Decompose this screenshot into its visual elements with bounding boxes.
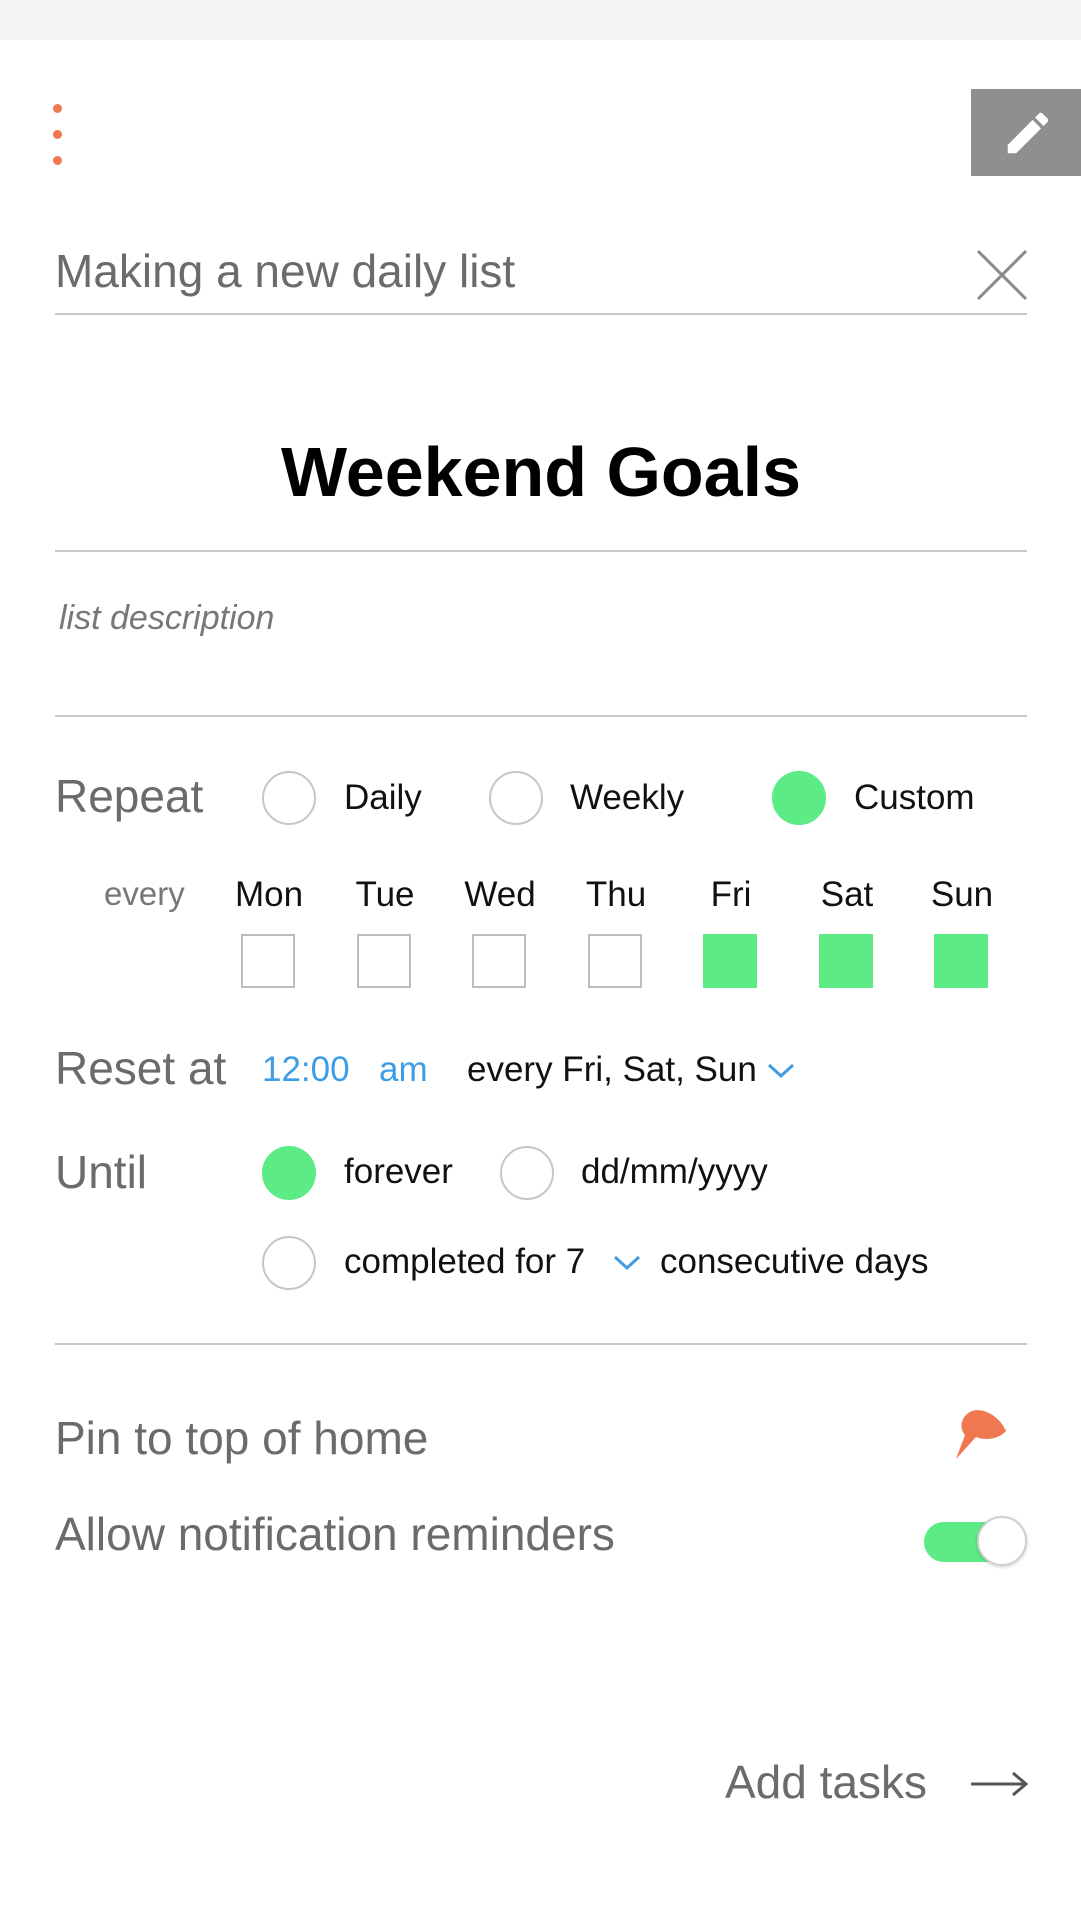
vertical-dots-icon[interactable] [46,100,70,170]
until-completed-suffix: consecutive days [660,1242,929,1281]
repeat-daily-radio[interactable] [262,771,316,825]
until-forever-label: forever [344,1152,453,1191]
until-forever-radio[interactable] [262,1146,316,1200]
day-checkbox-fri[interactable] [703,934,757,988]
repeat-weekly-label: Weekly [570,778,685,817]
reset-schedule[interactable]: every Fri, Sat, Sun [467,1050,757,1090]
edit-button[interactable] [971,89,1081,176]
day-checkbox-thu[interactable] [588,934,642,988]
every-label: every [104,875,185,912]
day-checkbox-tue[interactable] [357,934,411,988]
day-checkbox-mon[interactable] [241,934,295,988]
day-checkbox-sun[interactable] [934,934,988,988]
repeat-daily-label: Daily [344,778,422,817]
day-label-mon: Mon [234,875,304,914]
reset-meridiem[interactable]: am [379,1050,428,1090]
day-label-thu: Thu [585,875,647,914]
until-completed-radio[interactable] [262,1236,316,1290]
close-icon [976,249,1028,301]
day-label-sat: Sat [820,875,874,914]
arrow-right-icon[interactable] [969,1770,1029,1798]
day-checkbox-sat[interactable] [819,934,873,988]
page-title: Making a new daily list [55,245,516,297]
until-date-input[interactable]: dd/mm/yyyy [581,1152,768,1192]
day-checkbox-wed[interactable] [472,934,526,988]
chevron-down-icon[interactable] [766,1062,796,1080]
divider [55,550,1027,552]
day-label-wed: Wed [464,875,536,914]
repeat-custom-label: Custom [854,778,975,817]
notification-label: Allow notification reminders [55,1508,615,1560]
reset-at-label: Reset at [55,1042,227,1094]
day-label-fri: Fri [710,875,752,914]
repeat-weekly-radio[interactable] [489,771,543,825]
pin-label: Pin to top of home [55,1412,429,1464]
divider [55,715,1027,717]
day-label-sun: Sun [930,875,994,914]
divider [55,313,1027,315]
add-tasks-button[interactable]: Add tasks [725,1756,927,1808]
pin-icon[interactable] [950,1405,1010,1465]
day-label-tue: Tue [355,875,415,914]
repeat-custom-radio[interactable] [772,771,826,825]
pencil-icon [1007,112,1049,154]
chevron-down-icon[interactable] [612,1254,642,1272]
repeat-label: Repeat [55,770,204,822]
until-date-radio[interactable] [500,1146,554,1200]
list-title-input[interactable]: Weekend Goals [55,430,1027,514]
notification-toggle-knob[interactable] [977,1516,1027,1566]
reset-time[interactable]: 12:00 [262,1050,350,1090]
divider [55,1343,1027,1345]
status-bar [0,0,1081,40]
until-label: Until [55,1146,148,1198]
list-description-input[interactable]: list description [59,598,274,638]
close-button[interactable] [974,247,1030,303]
until-completed-label: completed for 7 [344,1242,586,1281]
